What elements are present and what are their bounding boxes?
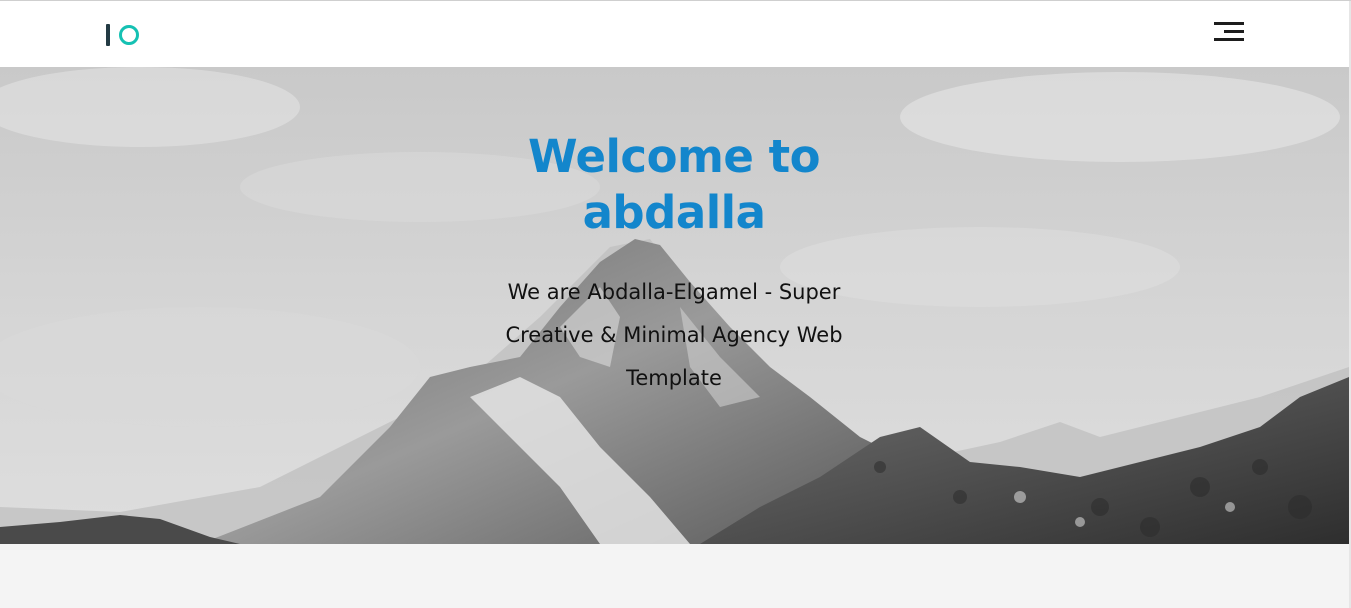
hero-section: Welcome to abdalla We are Abdalla-Elgame… [0,67,1349,544]
hamburger-menu-icon-line [1224,30,1244,33]
navbar [0,1,1349,67]
logo-bar-icon [106,24,110,46]
site-logo[interactable] [106,23,146,47]
hamburger-menu-icon-line [1214,38,1244,41]
hero-title: Welcome to abdalla [527,130,821,239]
hero-subtitle: We are Abdalla-Elgamel - Super Creative … [505,280,843,390]
logo-ring-icon [119,25,139,45]
hero-content: Welcome to abdalla We are Abdalla-Elgame… [474,129,874,400]
hamburger-menu-button[interactable] [1210,20,1248,46]
hamburger-menu-icon [1214,22,1244,25]
